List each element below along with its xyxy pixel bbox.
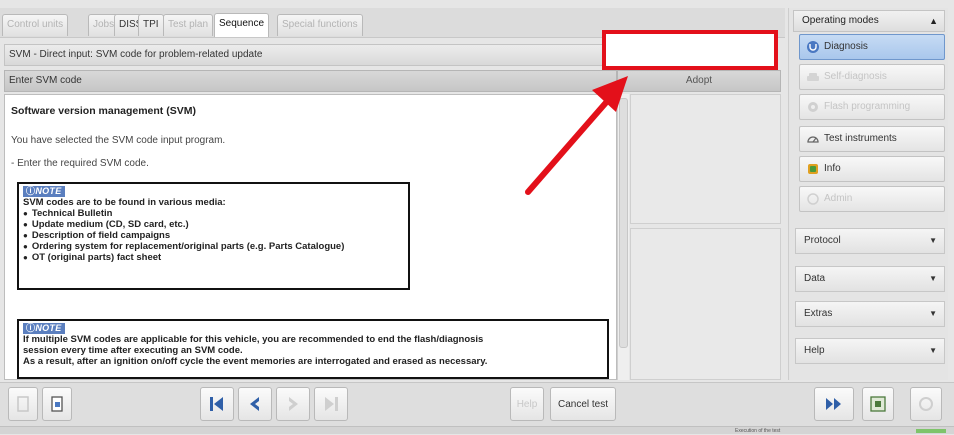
print-document-icon	[51, 396, 63, 412]
tab-sequence[interactable]: Sequence	[214, 13, 270, 37]
note-heading: SVM codes are to be found in various med…	[23, 197, 226, 208]
list-item: Update medium (CD, SD card, etc.)	[23, 219, 404, 230]
adopt-button[interactable]: Adopt	[617, 70, 781, 92]
extras-section-button[interactable]: Extras ▼	[795, 301, 945, 327]
previous-step-button[interactable]	[238, 387, 272, 421]
sort-arrow-icon: ▲	[929, 16, 938, 26]
tab-control-units[interactable]: Control units	[2, 14, 69, 36]
svm-code-input[interactable]	[602, 30, 778, 70]
page-subtitle: Enter SVM code	[4, 70, 617, 92]
book-icon	[808, 164, 818, 174]
tab-special-functions[interactable]: Special functions	[277, 14, 363, 36]
progress-indicator	[916, 429, 946, 433]
mode-info-button[interactable]: Info	[799, 156, 945, 182]
document-button[interactable]	[8, 387, 38, 421]
mode-admin-button[interactable]: Admin	[799, 186, 945, 212]
print-document-button[interactable]	[42, 387, 72, 421]
screen-button[interactable]	[862, 387, 894, 421]
note-box-media: ⓘNOTE SVM codes are to be found in vario…	[17, 182, 410, 290]
content-text: You have selected the SVM code input pro…	[11, 135, 226, 146]
first-step-button[interactable]	[200, 387, 234, 421]
side-panel-upper	[630, 94, 781, 224]
bottom-toolbar: Help Cancel test	[0, 382, 954, 426]
content-title: Software version management (SVM)	[11, 105, 196, 117]
next-step-button[interactable]	[276, 387, 310, 421]
last-step-button[interactable]	[314, 387, 348, 421]
content-panel: Software version management (SVM) You ha…	[4, 94, 617, 380]
car-icon	[807, 73, 819, 81]
note-badge: ⓘNOTE	[23, 323, 65, 334]
list-item: Description of field campaigns	[23, 230, 404, 241]
side-panel-lower	[630, 228, 781, 380]
mode-flash-programming-button[interactable]: Flash programming	[799, 94, 945, 120]
list-item: Technical Bulletin	[23, 208, 404, 219]
content-instruction: - Enter the required SVM code.	[11, 158, 149, 169]
protocol-section-button[interactable]: Protocol ▼	[795, 228, 945, 254]
operating-modes-header[interactable]: Operating modes ▲	[793, 10, 945, 32]
mode-self-diagnosis-button[interactable]: Self-diagnosis	[799, 64, 945, 90]
note-text: session every time after executing an SV…	[23, 345, 243, 356]
chevron-left-icon	[250, 397, 259, 411]
chevron-down-icon: ▼	[929, 346, 937, 355]
stop-icon	[919, 397, 933, 411]
stop-button[interactable]	[910, 387, 942, 421]
right-sidebar: Operating modes ▲ Diagnosis Self-diagnos…	[788, 8, 948, 380]
screen-grid-icon	[870, 396, 886, 412]
chevron-right-icon	[289, 397, 298, 411]
note-list: Technical Bulletin Update medium (CD, SD…	[23, 208, 404, 263]
stethoscope-icon	[807, 41, 819, 53]
list-item: OT (original parts) fact sheet	[23, 252, 404, 263]
gauge-icon	[807, 136, 819, 143]
skip-to-end-icon	[325, 397, 338, 411]
tab-tpi[interactable]: TPI	[138, 14, 164, 36]
chevron-down-icon: ▼	[929, 236, 937, 245]
data-section-button[interactable]: Data ▼	[795, 266, 945, 292]
tab-test-plan[interactable]: Test plan	[163, 14, 214, 36]
gear-icon	[808, 102, 818, 112]
note-box-multiple-codes: ⓘNOTE If multiple SVM codes are applicab…	[17, 319, 609, 379]
forward-button[interactable]	[814, 387, 854, 421]
help-button[interactable]: Help	[510, 387, 544, 421]
mode-diagnosis-button[interactable]: Diagnosis	[799, 34, 945, 60]
chevron-down-icon: ▼	[929, 274, 937, 283]
cancel-test-button[interactable]: Cancel test	[550, 387, 616, 421]
list-item: Ordering system for replacement/original…	[23, 241, 404, 252]
admin-icon	[807, 193, 819, 205]
double-chevron-right-icon	[826, 398, 841, 410]
note-text: If multiple SVM codes are applicable for…	[23, 334, 484, 345]
chevron-down-icon: ▼	[929, 309, 937, 318]
status-bar: Execution of the test	[0, 426, 954, 434]
skip-to-start-icon	[210, 397, 223, 411]
note-text: As a result, after an ignition on/off cy…	[23, 356, 488, 367]
note-badge: ⓘNOTE	[23, 186, 65, 197]
document-icon	[17, 396, 29, 412]
scrollbar-thumb[interactable]	[619, 98, 628, 348]
content-scrollbar[interactable]	[617, 94, 629, 380]
help-section-button[interactable]: Help ▼	[795, 338, 945, 364]
mode-test-instruments-button[interactable]: Test instruments	[799, 126, 945, 152]
page-title: SVM - Direct input: SVM code for problem…	[4, 44, 617, 66]
